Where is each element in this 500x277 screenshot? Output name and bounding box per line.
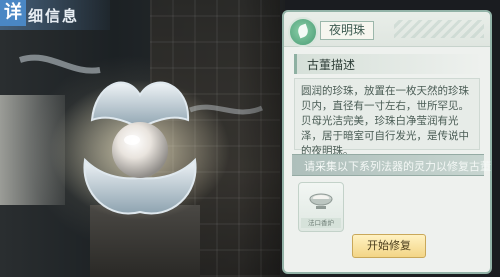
start-repair-button[interactable]: 开始修复 [352,234,426,258]
detail-panel: 夜明珠 古董描述 圆润的珍珠，放置在一枚天然的珍珠贝内，直径有一寸左右，世所罕见… [282,10,492,274]
section-header: 古董描述 [294,54,483,74]
leaf-emblem-icon [288,17,318,47]
required-item-label: 法口香炉 [301,218,341,228]
title-banner: 详 细信息 [0,0,110,30]
required-item-slot[interactable]: 法口香炉 [298,182,344,232]
request-text: 请采集以下系列法器的灵力以修复古董 [304,160,491,173]
artifact-scene [0,0,285,277]
item-name: 夜明珠 [320,21,375,40]
section-title: 古董描述 [307,58,356,72]
bowl-icon [309,193,333,209]
title-char: 详 [0,0,26,26]
item-description: 圆润的珍珠，放置在一枚天然的珍珠贝内，直径有一寸左右，世所罕见。贝母光洁完美，珍… [294,78,480,157]
request-bar: 请采集以下系列法器的灵力以修复古董 [292,154,491,176]
panel-header: 夜明珠 [284,12,490,47]
screen-title: 细信息 [28,7,80,25]
